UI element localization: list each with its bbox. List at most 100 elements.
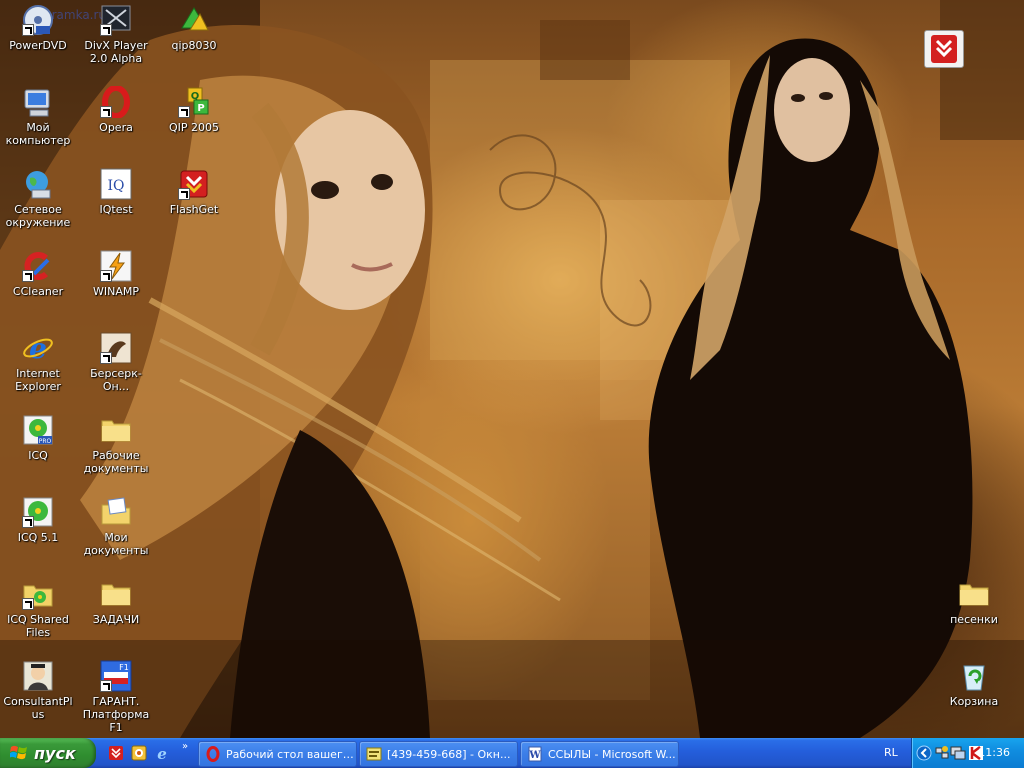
qip-icon: QP (178, 86, 210, 118)
qip-window-icon (366, 747, 382, 761)
desktop-icon-label: песенки (950, 613, 998, 626)
desktop-icon-label: DivX Player 2.0 Alpha (84, 39, 148, 65)
system-tray: 11:36 (911, 738, 1024, 768)
desktop-icon-label: ICQ (28, 449, 48, 462)
flashget-icon (178, 168, 210, 200)
svg-text:e: e (157, 745, 167, 761)
opera-icon (206, 746, 220, 762)
desktop-icon-internet-explorer[interactable]: e Internet Explorer (0, 332, 76, 393)
desktop-icon-label: Internet Explorer (15, 367, 61, 393)
ccleaner-icon (22, 250, 54, 282)
garant-icon: F1 (100, 660, 132, 692)
desktop-icon-label: Opera (99, 121, 133, 134)
consultantplus-icon (22, 660, 54, 692)
task-label: [439-459-668] - Окн... (387, 747, 511, 761)
desktop-icon-network-places[interactable]: Сетевое окружение (0, 168, 76, 229)
berserk-game-icon (100, 332, 132, 364)
desktop-icon-garant[interactable]: F1 ГАРАНТ. Платформа F1 (78, 660, 154, 734)
start-button[interactable]: пуск (0, 738, 96, 768)
desktop-icon-flashget[interactable]: FlashGet (156, 168, 232, 216)
opera-icon (100, 86, 132, 118)
task-label: Рабочий стол вашего... (226, 747, 356, 761)
quicklaunch-flashget-icon[interactable] (108, 745, 124, 761)
desktop-icon-label: qip8030 (171, 39, 217, 52)
icq-flower-icon: PRO (22, 414, 54, 446)
desktop-icon-songs-folder[interactable]: песенки (936, 578, 1012, 626)
desktop-icon-iqtest[interactable]: IQ IQtest (78, 168, 154, 216)
icq-flower-icon (22, 496, 54, 528)
desktop-icon-icq[interactable]: PRO ICQ (0, 414, 76, 462)
qip-installer-icon (178, 4, 210, 36)
desktop-icon-label: CCleaner (12, 285, 64, 298)
tray-display-icon[interactable] (950, 745, 966, 761)
start-label: пуск (34, 743, 76, 763)
desktop-icon-label: IQtest (99, 203, 133, 216)
desktop-icon-icq-shared-files[interactable]: ICQ Shared Files (0, 578, 76, 639)
svg-text:PRO: PRO (39, 438, 52, 445)
desktop-icon-label: ГАРАНТ. Платформа F1 (82, 695, 150, 734)
desktop-icon-qip2005[interactable]: QP QIP 2005 (156, 86, 232, 134)
svg-text:W: W (528, 750, 541, 761)
svg-text:F1: F1 (119, 663, 129, 672)
shared-folder-icon (22, 578, 54, 610)
flashget-arrows-icon (931, 35, 957, 63)
tray-show-hidden-icon[interactable] (916, 745, 932, 761)
desktop-icon-label: ICQ 5.1 (17, 531, 59, 544)
desktop-icon-label: PowerDVD (9, 39, 67, 52)
my-documents-icon (100, 496, 132, 528)
my-computer-icon (22, 86, 54, 118)
flashget-drop-target[interactable] (924, 30, 964, 68)
winamp-icon (100, 250, 132, 282)
desktop-icon-winamp[interactable]: WINAMP (78, 250, 154, 298)
quicklaunch-show-desktop-icon[interactable] (131, 745, 147, 761)
quicklaunch-more-button[interactable]: » (182, 741, 188, 752)
divx-player-icon (100, 4, 132, 36)
desktop-icon-tasks[interactable]: ЗАДАЧИ (78, 578, 154, 626)
task-label: ССЫЛЫ - Microsoft W... (548, 747, 676, 761)
folder-icon (100, 414, 132, 446)
desktop-icon-divx-player[interactable]: DivX Player 2.0 Alpha (78, 4, 154, 65)
desktop-icon-my-documents[interactable]: Мои документы (78, 496, 154, 557)
language-indicator[interactable]: RL (884, 746, 898, 759)
desktop-icon-qip8030[interactable]: qip8030 (156, 4, 232, 52)
network-globe-icon (22, 168, 54, 200)
desktop-icon-my-computer[interactable]: Мой компьютер (0, 86, 76, 147)
windows-flag-icon (9, 744, 28, 762)
desktop-icon-powerdvd[interactable]: PowerDVD (0, 4, 76, 52)
desktop-icon-label: QIP 2005 (168, 121, 220, 134)
desktop-icon-label: Корзина (949, 695, 999, 708)
word-document-icon: W (528, 746, 542, 762)
quicklaunch-internet-explorer-icon[interactable]: e (154, 745, 170, 763)
desktop-icon-label: WINAMP (93, 285, 139, 298)
desktop-icon-label: Берсерк-Он... (90, 367, 142, 393)
iqtest-icon: IQ (100, 168, 132, 200)
task-button-qip-window[interactable]: [439-459-668] - Окн... (359, 741, 518, 767)
tray-network-icon[interactable] (934, 745, 950, 761)
desktop-icon-label: Рабочие документы (83, 449, 149, 475)
desktop-icon-opera[interactable]: Opera (78, 86, 154, 134)
clock[interactable]: 11:36 (978, 746, 1010, 759)
task-button-word-links[interactable]: W ССЫЛЫ - Microsoft W... (520, 741, 679, 767)
desktop-icon-consultantplus[interactable]: ConsultantPlus (0, 660, 76, 721)
task-button-desktop-opera[interactable]: Рабочий стол вашего... (198, 741, 357, 767)
folder-icon (100, 578, 132, 610)
desktop-icon-label: ICQ Shared Files (7, 613, 69, 639)
desktop-icon-label: Мой компьютер (5, 121, 71, 147)
desktop-icon-label: Мои документы (83, 531, 149, 557)
svg-text:IQ: IQ (107, 178, 124, 194)
powerdvd-icon (22, 4, 54, 36)
desktop-icon-label: ЗАДАЧИ (92, 613, 140, 626)
folder-icon (958, 578, 990, 610)
desktop-icon-icq51[interactable]: ICQ 5.1 (0, 496, 76, 544)
desktop-icon-label: FlashGet (169, 203, 219, 216)
desktop-icon-work-documents[interactable]: Рабочие документы (78, 414, 154, 475)
desktop-icon-recycle-bin[interactable]: Корзина (936, 660, 1012, 708)
recycle-bin-icon (958, 660, 990, 692)
svg-text:e: e (29, 332, 47, 364)
internet-explorer-icon: e (22, 332, 54, 364)
desktop-icon-ccleaner[interactable]: CCleaner (0, 250, 76, 298)
taskbar: пуск e » Рабочий стол вашего... [439-459… (0, 738, 1024, 768)
desktop-icon-label: Сетевое окружение (5, 203, 71, 229)
desktop-icon-label: ConsultantPlus (3, 695, 73, 721)
desktop-icon-berserk[interactable]: Берсерк-Он... (78, 332, 154, 393)
